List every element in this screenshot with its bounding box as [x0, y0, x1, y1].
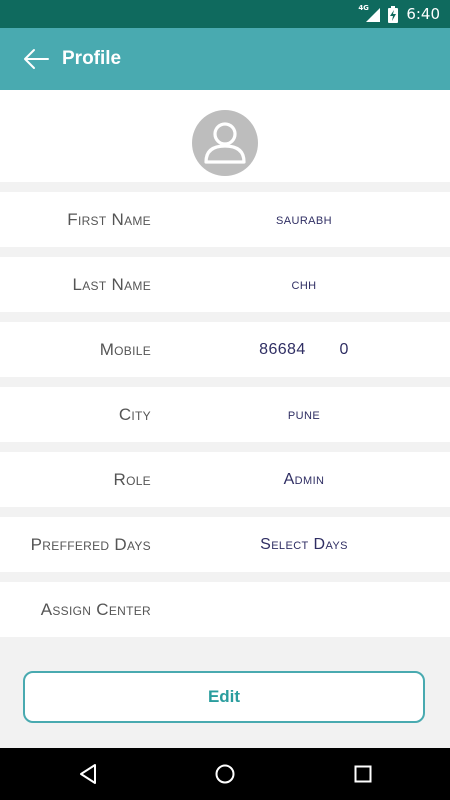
page-title: Profile — [62, 48, 122, 69]
app-bar: Profile — [0, 28, 450, 90]
profile-fields: First Name saurabh Last Name chh Mobile … — [0, 192, 450, 647]
back-arrow-icon[interactable] — [22, 45, 50, 73]
status-bar: 4G 6:40 — [0, 0, 450, 28]
person-icon — [204, 122, 246, 164]
first-name-value: saurabh — [276, 211, 332, 228]
edit-button[interactable]: Edit — [23, 671, 425, 723]
clock: 6:40 — [406, 5, 440, 23]
home-nav-icon[interactable] — [212, 761, 238, 787]
avatar-section — [0, 90, 450, 182]
city-row: City pune — [0, 387, 450, 442]
mobile-row: Mobile 86684 0 — [0, 322, 450, 377]
city-label: City — [118, 405, 151, 424]
last-name-value: chh — [291, 276, 317, 293]
avatar[interactable] — [192, 110, 258, 176]
cell-signal-icon: 4G — [358, 4, 381, 22]
back-nav-icon[interactable] — [75, 761, 101, 787]
preferred-days-label: Preffered Days — [30, 535, 151, 554]
mobile-label: Mobile — [99, 340, 151, 359]
preferred-days-value[interactable]: Select Days — [229, 517, 379, 572]
navigation-bar — [0, 748, 450, 800]
assign-center-label: Assign Center — [40, 600, 151, 619]
assign-center-value — [229, 582, 379, 637]
recents-nav-icon[interactable] — [350, 761, 376, 787]
role-value: Admin — [283, 471, 325, 488]
assign-center-row: Assign Center — [0, 582, 450, 637]
role-row: Role Admin — [0, 452, 450, 507]
last-name-label: Last Name — [72, 275, 151, 294]
mobile-value: 86684 0 — [259, 341, 349, 358]
battery-charging-icon — [388, 5, 399, 23]
last-name-row: Last Name chh — [0, 257, 450, 312]
role-label: Role — [113, 470, 151, 489]
first-name-label: First Name — [67, 210, 151, 229]
city-value: pune — [287, 406, 321, 423]
preferred-days-row[interactable]: Preffered Days Select Days — [0, 517, 450, 572]
first-name-row: First Name saurabh — [0, 192, 450, 247]
